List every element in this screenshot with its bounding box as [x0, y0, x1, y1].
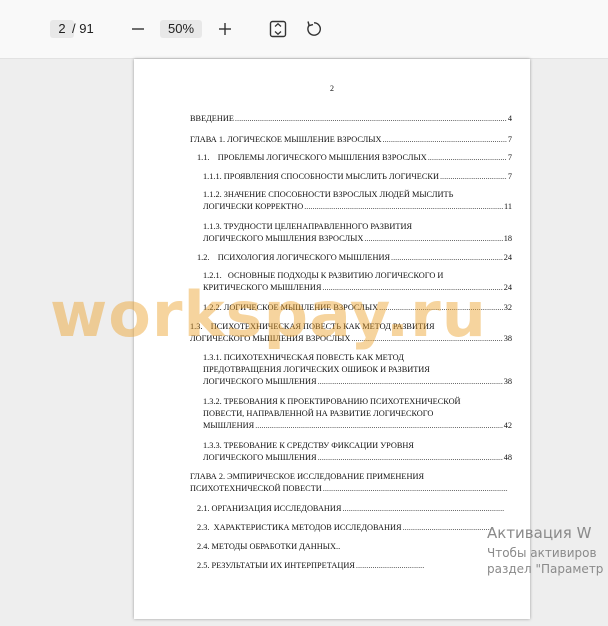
zoom-in-button[interactable] [213, 17, 237, 41]
toc-entry-line2[interactable]: ЛОГИЧЕСКОГО МЫШЛЕНИЯ....................… [203, 452, 512, 464]
toc-entry-line1[interactable]: 1.3.3. ТРЕБОВАНИЕ К СРЕДСТВУ ФИКСАЦИИ УР… [203, 440, 512, 452]
fit-page-icon [269, 20, 287, 38]
toc-entry-line2[interactable]: ЛОГИЧЕСКОГО МЫШЛЕНИЯ ВЗРОСЛЫХ...........… [203, 233, 512, 245]
toc-label: ПОВЕСТИ, НАПРАВЛЕННОЙ НА РАЗВИТИЕ ЛОГИЧЕ… [203, 409, 435, 418]
toc-entry-line3[interactable]: ЛОГИЧЕСКОГО МЫШЛЕНИЯ....................… [203, 376, 512, 388]
toc-entry[interactable]: 1.1.1. ПРОЯВЛЕНИЯ СПОСОБНОСТИ МЫСЛИТЬ ЛО… [203, 171, 512, 183]
toc-page: 7 [506, 171, 512, 183]
toc-label: 1.3.1. ПСИХОТЕХНИЧЕСКАЯ ПОВЕСТЬ КАК МЕТО… [203, 353, 405, 362]
document-page: 2 ВВЕДЕНИЕ..............................… [134, 59, 530, 619]
toc-entry-line2[interactable]: ПРЕДОТВРАЩЕНИЯ ЛОГИЧЕСКИХ ОШИБОК И РАЗВИ… [203, 364, 512, 376]
toc-page: 7 [506, 152, 512, 164]
toc-entry-line1[interactable]: 1.3.2. ТРЕБОВАНИЯ К ПРОЕКТИРОВАНИЮ ПСИХО… [203, 396, 512, 408]
toc-entry[interactable]: 1.1. ПРОБЛЕМЫ ЛОГИЧЕСКОГО МЫШЛЕНИЯ ВЗРОС… [197, 152, 512, 164]
toc-label: 1.2.1. ОСНОВНЫЕ ПОДХОДЫ К РАЗВИТИЮ ЛОГИЧ… [203, 271, 445, 280]
zoom-level[interactable]: 50% [160, 20, 202, 38]
toc-entry-line2[interactable]: ЛОГИЧЕСКИ КОРРЕКТНО.....................… [203, 201, 512, 213]
toc-label: 1.2. ПСИХОЛОГИЯ ЛОГИЧЕСКОГО МЫШЛЕНИЯ [197, 253, 391, 262]
toc-label: КРИТИЧЕСКОГО МЫШЛЕНИЯ [203, 283, 323, 292]
toc-label: ЛОГИЧЕСКОГО МЫШЛЕНИЯ ВЗРОСЛЫХ [190, 334, 352, 343]
toc-entry[interactable]: 1.2. ПСИХОЛОГИЯ ЛОГИЧЕСКОГО МЫШЛЕНИЯ....… [197, 252, 512, 264]
toc-label: 2.4. МЕТОДЫ ОБРАБОТКИ ДАННЫХ.. [197, 542, 342, 551]
toc-page: 7 [506, 134, 512, 146]
toc-label: ПСИХОТЕХНИЧЕСКОЙ ПОВЕСТИ [190, 484, 323, 493]
toc-label: 1.3.3. ТРЕБОВАНИЕ К СРЕДСТВУ ФИКСАЦИИ УР… [203, 441, 415, 450]
activation-line1: Чтобы активиров [487, 546, 597, 560]
toc-entry-line2[interactable]: КРИТИЧЕСКОГО МЫШЛЕНИЯ...................… [203, 282, 512, 294]
toc-page: 24 [502, 282, 512, 294]
toc-entry-line1[interactable]: ГЛАВА 2. ЭМПИРИЧЕСКОЕ ИССЛЕДОВАНИЕ ПРИМЕ… [190, 471, 512, 483]
toc-page: 38 [502, 333, 512, 345]
toc-label: 1.1.2. ЗНАЧЕНИЕ СПОСОБНОСТИ ВЗРОСЛЫХ ЛЮД… [203, 190, 455, 199]
toc-label: 1.1.3. ТРУДНОСТИ ЦЕЛЕНАПРАВЛЕННОГО РАЗВИ… [203, 222, 413, 231]
toc-entry[interactable]: 2.1. ОРГАНИЗАЦИЯ ИССЛЕДОВАНИЯ...........… [197, 503, 504, 515]
toc-label: ЛОГИЧЕСКИ КОРРЕКТНО [203, 202, 305, 211]
toc-entry[interactable]: ГЛАВА 1. ЛОГИЧЕСКОЕ МЫШЛЕНИЕ ВЗРОСЛЫХ...… [190, 134, 512, 146]
toc-page: 48 [502, 452, 512, 464]
toc-entry[interactable]: ВВЕДЕНИЕ................................… [190, 113, 512, 125]
toc-page: 38 [502, 376, 512, 388]
toc-label: 2.1. ОРГАНИЗАЦИЯ ИССЛЕДОВАНИЯ [197, 504, 343, 513]
toc-label: 1.1.1. ПРОЯВЛЕНИЯ СПОСОБНОСТИ МЫСЛИТЬ ЛО… [203, 172, 440, 181]
windows-activation-notice: Активация W Чтобы активиров раздел "Пара… [487, 524, 603, 577]
minus-icon [132, 28, 144, 30]
rotate-button[interactable] [302, 17, 326, 41]
toc-label: 1.3. ПСИХОТЕХНИЧЕСКАЯ ПОВЕСТЬ КАК МЕТОД … [190, 322, 436, 331]
toc-entry-line2[interactable]: ПСИХОТЕХНИЧЕСКОЙ ПОВЕСТИ................… [190, 483, 508, 495]
activation-line2: раздел "Параметр [487, 562, 604, 576]
toc-entry[interactable]: 1.2.2. ЛОГИЧЕСКОЕ МЫШЛЕНИЕ ВЗРОСЛЫХ.....… [203, 302, 512, 314]
toc-label: ЛОГИЧЕСКОГО МЫШЛЕНИЯ [203, 453, 318, 462]
page-number-input[interactable]: 2 [50, 20, 74, 38]
toc-entry-line1[interactable]: 1.1.3. ТРУДНОСТИ ЦЕЛЕНАПРАВЛЕННОГО РАЗВИ… [203, 221, 512, 233]
toc-page: 11 [503, 201, 512, 213]
toc-entry[interactable]: 2.4. МЕТОДЫ ОБРАБОТКИ ДАННЫХ.. [197, 541, 512, 553]
toc-entry-line3[interactable]: МЫШЛЕНИЯ................................… [203, 420, 512, 432]
toc-entry-line2[interactable]: ПОВЕСТИ, НАПРАВЛЕННОЙ НА РАЗВИТИЕ ЛОГИЧЕ… [203, 408, 512, 420]
toc-label: 1.3.2. ТРЕБОВАНИЯ К ПРОЕКТИРОВАНИЮ ПСИХО… [203, 397, 462, 406]
toc-label: ЛОГИЧЕСКОГО МЫШЛЕНИЯ [203, 377, 318, 386]
toc-entry-line1[interactable]: 1.2.1. ОСНОВНЫЕ ПОДХОДЫ К РАЗВИТИЮ ЛОГИЧ… [203, 270, 512, 282]
toc-page: 24 [502, 252, 512, 264]
toc-label: 2.3. ХАРАКТЕРИСТИКА МЕТОДОВ ИССЛЕДОВАНИЯ [197, 523, 403, 532]
toc-label: 1.2.2. ЛОГИЧЕСКОЕ МЫШЛЕНИЕ ВЗРОСЛЫХ [203, 303, 380, 312]
pdf-toolbar: 2 / 91 50% [0, 0, 608, 59]
page-total-label: / 91 [72, 21, 94, 36]
toc-page: 42 [502, 420, 512, 432]
activation-title: Активация W [487, 524, 592, 542]
plus-icon [219, 23, 231, 35]
toc-page: 4 [506, 113, 512, 125]
toc-label: ПРЕДОТВРАЩЕНИЯ ЛОГИЧЕСКИХ ОШИБОК И РАЗВИ… [203, 365, 431, 374]
toc-entry-line1[interactable]: 1.3. ПСИХОТЕХНИЧЕСКАЯ ПОВЕСТЬ КАК МЕТОД … [190, 321, 512, 333]
rotate-icon [307, 21, 321, 36]
toc-label: 2.5. РЕЗУЛЬТАТЫИ ИХ ИНТЕРПРЕТАЦИЯ [197, 561, 356, 570]
page-number-header: 2 [330, 84, 334, 93]
toc-label: ЛОГИЧЕСКОГО МЫШЛЕНИЯ ВЗРОСЛЫХ [203, 234, 365, 243]
toc-page: 32 [502, 302, 512, 314]
toc-entry[interactable]: 2.3. ХАРАКТЕРИСТИКА МЕТОДОВ ИССЛЕДОВАНИЯ… [197, 522, 494, 534]
fit-page-button[interactable] [266, 17, 290, 41]
toc-page: 18 [502, 233, 512, 245]
zoom-out-button[interactable] [126, 17, 150, 41]
toc-label: 1.1. ПРОБЛЕМЫ ЛОГИЧЕСКОГО МЫШЛЕНИЯ ВЗРОС… [197, 153, 428, 162]
toc-label: МЫШЛЕНИЯ [203, 421, 256, 430]
toc-entry[interactable]: 2.5. РЕЗУЛЬТАТЫИ ИХ ИНТЕРПРЕТАЦИЯ.......… [197, 560, 424, 572]
toc-label: ГЛАВА 2. ЭМПИРИЧЕСКОЕ ИССЛЕДОВАНИЕ ПРИМЕ… [190, 472, 426, 481]
toc-entry-line1[interactable]: 1.3.1. ПСИХОТЕХНИЧЕСКАЯ ПОВЕСТЬ КАК МЕТО… [203, 352, 512, 364]
toc-label: ВВЕДЕНИЕ [190, 114, 235, 123]
toc-label: ГЛАВА 1. ЛОГИЧЕСКОЕ МЫШЛЕНИЕ ВЗРОСЛЫХ [190, 135, 383, 144]
toc-entry-line1[interactable]: 1.1.2. ЗНАЧЕНИЕ СПОСОБНОСТИ ВЗРОСЛЫХ ЛЮД… [203, 189, 512, 201]
toc-entry-line2[interactable]: ЛОГИЧЕСКОГО МЫШЛЕНИЯ ВЗРОСЛЫХ...........… [190, 333, 512, 345]
